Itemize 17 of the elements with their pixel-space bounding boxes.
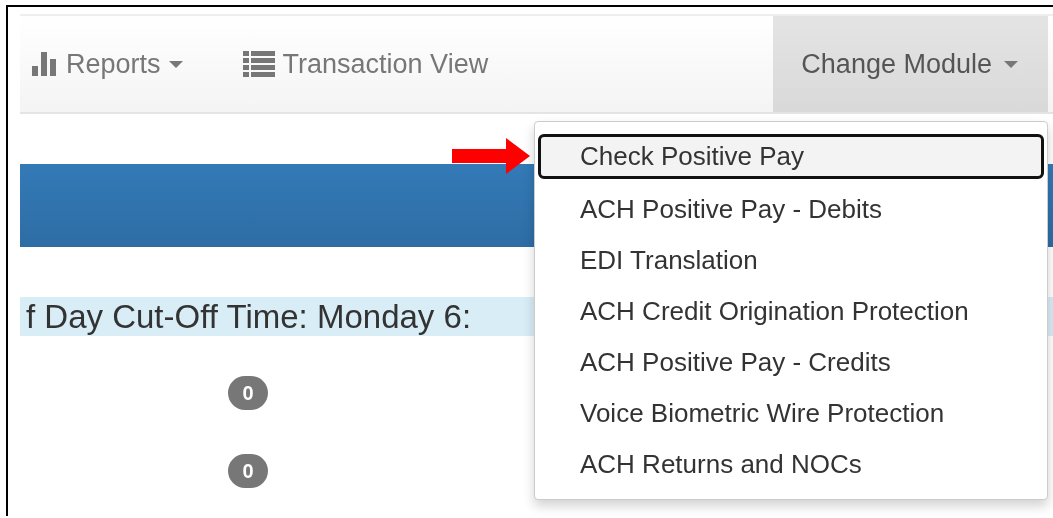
menu-item[interactable]: ACH Positive Pay - Credits — [538, 334, 1044, 385]
menu-item[interactable]: Check Positive Pay — [538, 134, 1044, 179]
menu-item[interactable]: ACH Credit Origination Protection — [538, 283, 1044, 334]
nav-link[interactable]: Reports — [20, 16, 195, 112]
menu-item[interactable]: Voice Biometric Wire Protection — [538, 385, 1044, 436]
count-badge: 0 — [228, 376, 268, 410]
count-badge: 0 — [228, 454, 268, 488]
list-icon — [242, 51, 275, 77]
menu-item[interactable]: ACH Positive Pay - Debits — [538, 181, 1044, 232]
caret-icon — [168, 60, 183, 68]
change-module-button[interactable]: Change Module — [773, 16, 1048, 112]
cutoff-time-text: f Day Cut-Off Time: Monday 6: — [25, 297, 472, 336]
caret-icon — [1004, 60, 1018, 68]
menu-item[interactable]: EDI Translation — [538, 232, 1044, 283]
bar-chart-icon — [32, 52, 58, 76]
nav-link[interactable]: Transaction View — [230, 16, 501, 112]
menu-item[interactable]: ACH Returns and NOCs — [538, 436, 1044, 487]
